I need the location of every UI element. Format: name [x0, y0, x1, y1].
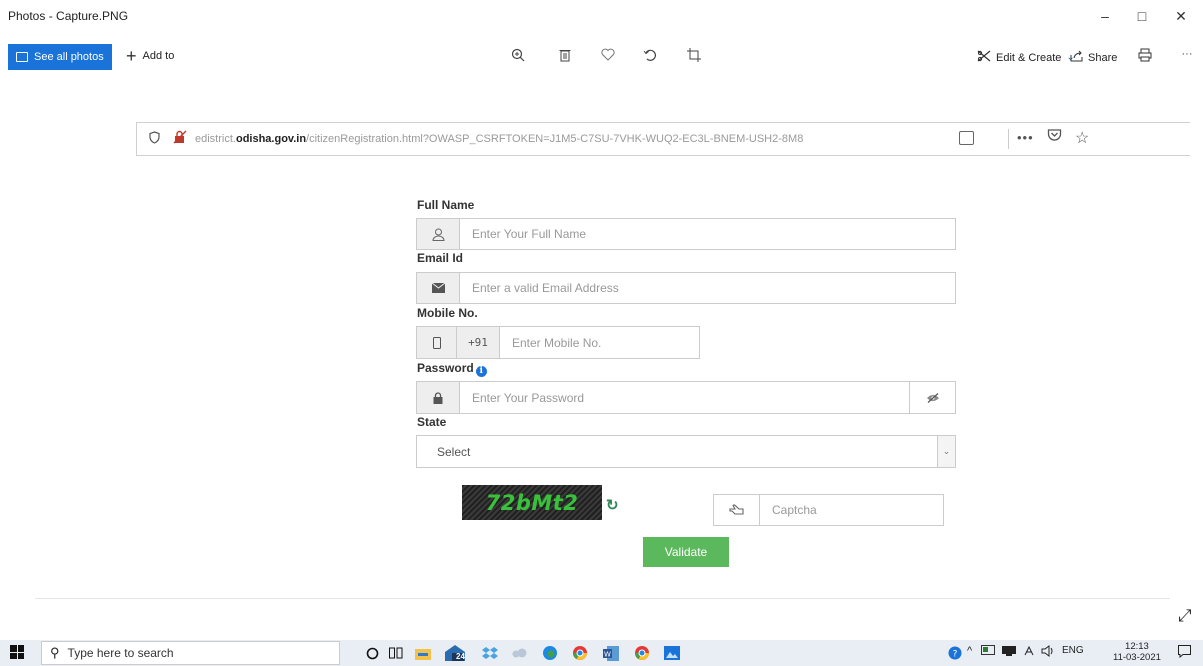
- clock-time: 12:13: [1125, 641, 1149, 652]
- hand-pointer-icon: [714, 495, 760, 525]
- url-domain: odisha.gov.in: [235, 133, 307, 145]
- rotate-icon[interactable]: [640, 48, 660, 66]
- mobile-field[interactable]: +91 Enter Mobile No.: [416, 326, 700, 359]
- insecure-lock-icon: [173, 130, 187, 147]
- weather-badge: 24: [456, 652, 465, 661]
- bookmark-star-icon[interactable]: ☆: [1075, 128, 1089, 148]
- share-label: Share: [1088, 51, 1118, 64]
- file-explorer-icon[interactable]: [413, 643, 433, 663]
- windows-start-icon[interactable]: [10, 645, 24, 659]
- address-url[interactable]: edistrict.odisha.gov.in/citizenRegistrat…: [195, 133, 803, 145]
- help-icon[interactable]: ?: [945, 643, 965, 663]
- close-button[interactable]: ✕: [1166, 8, 1196, 25]
- envelope-icon: [417, 273, 460, 303]
- plus-icon: +: [126, 45, 137, 66]
- taskbar-search-box[interactable]: ⚲ Type here to search: [41, 641, 340, 665]
- chrome-browser-icon[interactable]: [570, 643, 590, 663]
- onedrive-icon[interactable]: [510, 643, 530, 663]
- edit-create-button[interactable]: Edit & Create ⌄: [977, 50, 1075, 65]
- add-to-label: Add to: [142, 50, 175, 62]
- country-code: +91: [457, 327, 500, 358]
- info-icon[interactable]: i: [475, 366, 487, 377]
- see-all-photos-label: See all photos: [34, 51, 104, 63]
- photos-toolbar: See all photos + Add to Edit & Create ⌄ …: [0, 38, 1203, 76]
- urlbar-divider: [1008, 129, 1009, 149]
- shield-icon: [149, 131, 160, 147]
- tray-app-icon[interactable]: [981, 645, 995, 660]
- zoom-icon[interactable]: [508, 48, 528, 66]
- captcha-field[interactable]: Captcha: [713, 494, 944, 526]
- minimize-button[interactable]: –: [1090, 8, 1120, 24]
- password-label: Password i: [417, 361, 487, 377]
- taskbar-clock[interactable]: 12:13 11-03-2021: [1113, 641, 1161, 663]
- captcha-input[interactable]: Captcha: [760, 495, 943, 525]
- password-input[interactable]: Enter Your Password: [460, 382, 909, 413]
- taskbar-search-placeholder: Type here to search: [67, 646, 174, 660]
- edit-create-icon: [977, 50, 991, 65]
- add-to-button[interactable]: + Add to: [126, 45, 175, 66]
- page-actions-button[interactable]: •••: [1017, 130, 1034, 145]
- chrome-browser-icon-2[interactable]: [632, 643, 652, 663]
- bottom-divider: [35, 598, 1170, 599]
- url-path: /citizenRegistration.html?OWASP_CSRFTOKE…: [306, 133, 804, 145]
- validate-button[interactable]: Validate: [643, 537, 729, 567]
- language-indicator[interactable]: ENG: [1062, 645, 1084, 656]
- cortana-icon[interactable]: [362, 643, 382, 663]
- password-field[interactable]: Enter Your Password: [416, 381, 956, 414]
- mobile-input[interactable]: Enter Mobile No.: [500, 327, 699, 358]
- print-icon[interactable]: [1135, 48, 1155, 66]
- svg-text:W: W: [604, 650, 611, 658]
- delete-icon[interactable]: [555, 48, 575, 66]
- action-center-icon[interactable]: [1178, 645, 1191, 661]
- mobile-phone-icon: [417, 327, 457, 358]
- weather-app-icon[interactable]: 24: [441, 643, 469, 663]
- email-field[interactable]: Enter a valid Email Address: [416, 272, 956, 304]
- input-method-icon[interactable]: [1023, 645, 1035, 660]
- see-all-photos-button[interactable]: See all photos: [8, 44, 112, 70]
- user-icon: [417, 219, 460, 249]
- show-password-eye-icon[interactable]: [909, 382, 955, 413]
- state-select[interactable]: Select ⌄: [416, 435, 956, 468]
- task-view-icon[interactable]: [386, 643, 406, 663]
- password-label-text: Password: [417, 361, 474, 375]
- expand-icon[interactable]: ⤢: [1178, 606, 1192, 626]
- clock-date: 11-03-2021: [1113, 652, 1161, 663]
- volume-icon[interactable]: [1041, 645, 1055, 660]
- full-name-label: Full Name: [417, 198, 475, 212]
- maximize-button[interactable]: □: [1127, 8, 1157, 24]
- reader-view-icon[interactable]: [959, 131, 974, 145]
- search-icon: ⚲: [50, 645, 60, 660]
- state-selected-value: Select: [437, 445, 471, 459]
- email-label: Email Id: [417, 251, 464, 265]
- favorite-heart-icon[interactable]: [598, 48, 618, 65]
- edge-browser-icon[interactable]: [540, 643, 560, 663]
- state-label: State: [417, 415, 447, 429]
- word-app-icon[interactable]: W: [601, 643, 621, 663]
- show-hidden-icons-icon[interactable]: ^: [967, 645, 972, 657]
- window-titlebar: Photos - Capture.PNG – □ ✕: [0, 0, 1203, 34]
- edit-create-label: Edit & Create: [996, 51, 1062, 64]
- refresh-captcha-icon[interactable]: ↻: [606, 496, 619, 514]
- share-button[interactable]: Share: [1070, 50, 1117, 65]
- svg-text:?: ?: [953, 650, 958, 660]
- windows-taskbar: ⚲ Type here to search 24 W ? ^ ENG 12:13…: [0, 640, 1203, 666]
- url-prefix: edistrict.: [195, 133, 236, 145]
- dropbox-icon[interactable]: [480, 643, 500, 663]
- email-input[interactable]: Enter a valid Email Address: [460, 273, 955, 303]
- full-name-input[interactable]: Enter Your Full Name: [460, 219, 955, 249]
- browser-url-bar: edistrict.odisha.gov.in/citizenRegistrat…: [136, 122, 1190, 156]
- photos-app-icon[interactable]: [662, 643, 682, 663]
- network-icon[interactable]: [1002, 645, 1016, 660]
- pocket-icon[interactable]: [1047, 128, 1062, 147]
- full-name-field[interactable]: Enter Your Full Name: [416, 218, 956, 250]
- captcha-image: 72bMt2: [462, 485, 602, 520]
- crop-icon[interactable]: [684, 48, 704, 66]
- chevron-down-icon: ⌄: [937, 436, 955, 467]
- lock-icon: [417, 382, 460, 413]
- share-icon: [1070, 50, 1083, 65]
- mobile-label: Mobile No.: [417, 306, 478, 320]
- gallery-icon: [16, 52, 28, 62]
- window-title: Photos - Capture.PNG: [8, 9, 129, 23]
- more-options-button[interactable]: ···: [1177, 48, 1197, 60]
